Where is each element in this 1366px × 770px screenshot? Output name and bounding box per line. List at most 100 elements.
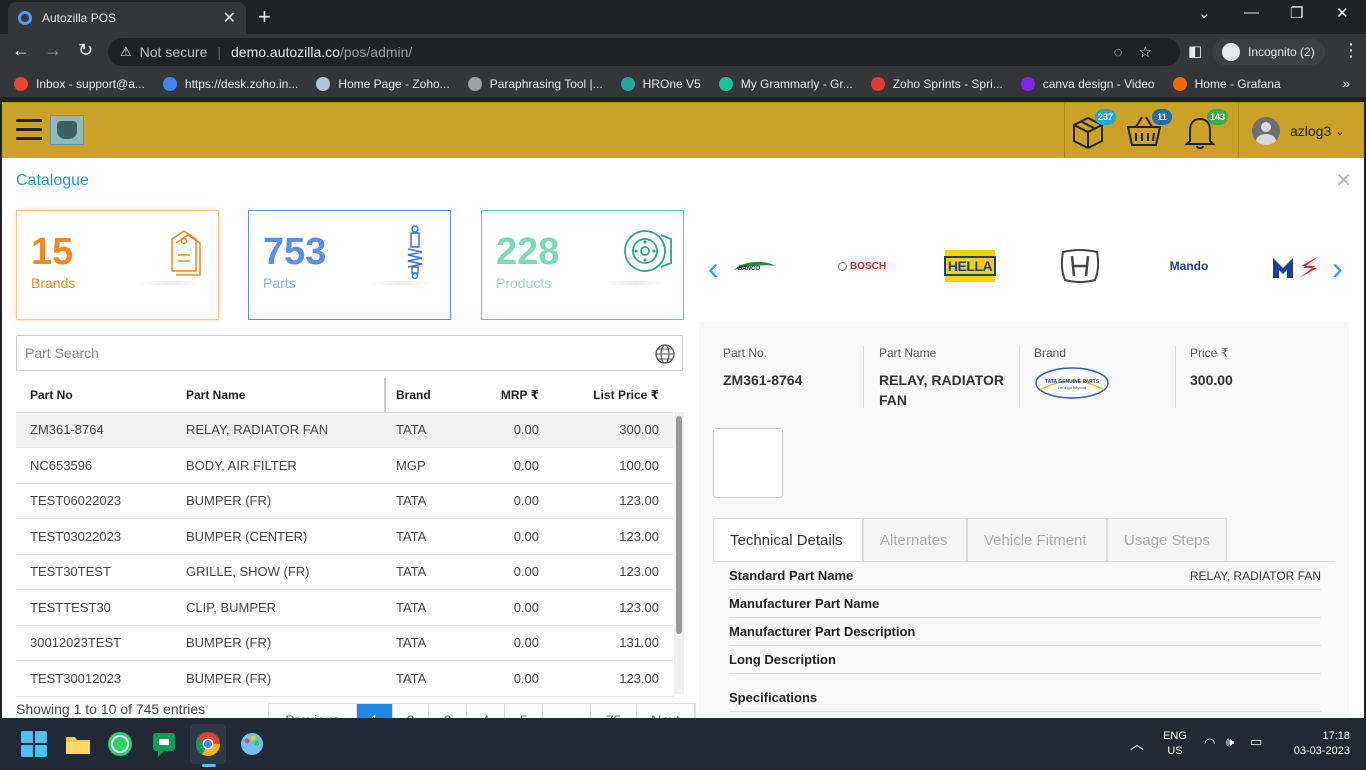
brand-logo-hella[interactable]: HELLA: [943, 250, 997, 282]
bookmark-item[interactable]: https://desk.zoho.in...: [162, 76, 299, 91]
tab-usage-steps[interactable]: Usage Steps: [1107, 518, 1227, 562]
column-resize-handle[interactable]: [384, 378, 386, 412]
cell-part-no: TEST30012023: [16, 660, 172, 697]
part-image-thumbnail[interactable]: [713, 428, 783, 498]
language-secondary: US: [1167, 745, 1183, 757]
tab-close-icon[interactable]: ✕: [223, 8, 236, 28]
part-search-input[interactable]: Part Search: [16, 335, 683, 371]
brake-disc-icon: [624, 230, 672, 272]
col-part-name[interactable]: Part Name: [172, 378, 382, 413]
pagination-page[interactable]: 3: [429, 704, 467, 718]
table-row[interactable]: TEST30TEST GRILLE, SHOW (FR) TATA 0.00 123.0…: [16, 554, 673, 590]
col-mrp[interactable]: MRP ₹: [472, 378, 553, 413]
bookmark-item[interactable]: Home - Grafana: [1172, 76, 1281, 91]
brand-logo-banco[interactable]: BANCO: [732, 238, 778, 294]
col-part-no[interactable]: Part No: [16, 378, 172, 413]
menu-icon[interactable]: [16, 119, 42, 141]
close-icon[interactable]: ✕: [1335, 168, 1352, 193]
tray-chevron-up-icon[interactable]: ︿: [1130, 734, 1144, 754]
bookmark-favicon-icon: [467, 76, 482, 91]
parts-stat-card[interactable]: 753 Parts: [248, 210, 451, 320]
cell-list-price: 123.00: [553, 518, 673, 555]
window-close-icon[interactable]: ✕: [1336, 4, 1349, 22]
table-row[interactable]: TEST06022023 BUMPER (FR) TATA 0.00 123.00: [16, 483, 673, 519]
pagination-next[interactable]: Next: [637, 704, 695, 718]
chrome-icon[interactable]: [194, 730, 222, 758]
clock[interactable]: 17:18 03-03-2023: [1284, 730, 1350, 757]
volume-icon[interactable]: 🕪: [1226, 734, 1234, 750]
wifi-icon[interactable]: ◠: [1204, 735, 1215, 751]
pagination-previous[interactable]: Previous: [269, 704, 357, 718]
incognito-indicator[interactable]: Incognito (2): [1212, 39, 1325, 65]
bookmark-item[interactable]: Inbox - support@a...: [14, 76, 145, 91]
packages-button[interactable]: 237: [1068, 109, 1116, 151]
table-row[interactable]: TEST03022023 BUMPER (CENTER) TATA 0.00 123.0…: [16, 518, 673, 555]
language-indicator[interactable]: ENG US: [1160, 730, 1190, 757]
tab-alternates[interactable]: Alternates: [863, 518, 967, 562]
products-label: Products: [496, 275, 552, 291]
tab-search-icon[interactable]: ⌄: [1198, 4, 1211, 22]
pagination-page[interactable]: 75: [591, 704, 637, 718]
table-row[interactable]: ZM361-8764 RELAY, RADIATOR FAN TATA 0.00 300…: [16, 412, 673, 448]
carousel-prev-icon[interactable]: ‹: [708, 250, 719, 287]
cell-brand: TATA: [382, 589, 472, 626]
brand-logo-bosch[interactable]: BOSCH: [836, 238, 888, 294]
username: azlog3: [1290, 123, 1332, 139]
carousel-next-icon[interactable]: ›: [1332, 250, 1343, 287]
table-scrollbar-thumb[interactable]: [676, 416, 682, 634]
battery-icon[interactable]: ▭: [1250, 734, 1262, 750]
bookmark-item[interactable]: canva design - Video: [1020, 76, 1155, 91]
tab-technical-details[interactable]: Technical Details: [713, 518, 863, 562]
address-bar[interactable]: ⚠ Not secure | demo.autozilla.co /pos/ad…: [108, 38, 1180, 66]
brand-logo-honda[interactable]: [1058, 238, 1102, 294]
warning-icon[interactable]: ⚠: [120, 44, 132, 60]
bookmark-item[interactable]: Home Page - Zoho...: [316, 76, 450, 91]
brand-logo-maruti-suzuki[interactable]: [1270, 238, 1326, 294]
more-bookmarks-icon[interactable]: »: [1342, 75, 1350, 91]
pagination-page[interactable]: 5: [505, 704, 543, 718]
cart-button[interactable]: 11: [1124, 109, 1172, 151]
col-list-price[interactable]: List Price ₹: [553, 378, 673, 413]
restore-icon[interactable]: ❐: [1290, 4, 1303, 22]
minimize-icon[interactable]: —: [1244, 4, 1259, 21]
brands-count: 15: [31, 231, 74, 273]
whatsapp-icon[interactable]: [106, 730, 134, 758]
forward-icon[interactable]: →: [44, 40, 62, 61]
notifications-button[interactable]: 143: [1180, 109, 1228, 151]
file-explorer-icon[interactable]: [64, 730, 92, 758]
user-menu[interactable]: azlog3 ⌄: [1252, 117, 1344, 145]
table-row[interactable]: NC653596 BODY, AIR FILTER MGP 0.00 100.00: [16, 447, 673, 484]
browser-tab[interactable]: Autozilla POS ✕: [8, 2, 246, 34]
pagination-page: ...: [543, 704, 591, 718]
google-chat-icon[interactable]: [150, 730, 178, 758]
banco-logo-text: BANCO: [738, 266, 760, 272]
pagination-page[interactable]: 2: [393, 704, 429, 718]
bookmark-label: https://desk.zoho.in...: [184, 76, 299, 91]
pagination-page[interactable]: 1: [357, 704, 393, 718]
products-stat-card[interactable]: 228 Products: [481, 210, 684, 320]
chrome-active-indicator: [202, 764, 216, 767]
table-row[interactable]: 30012023TEST BUMPER (FR) TATA 0.00 131.00: [16, 625, 673, 661]
new-tab-icon[interactable]: +: [258, 4, 271, 30]
globe-icon[interactable]: [654, 343, 676, 365]
brands-stat-card[interactable]: 15 Brands: [16, 210, 219, 320]
tab-vehicle-fitment[interactable]: Vehicle Fitment: [967, 518, 1107, 562]
bookmark-item[interactable]: Paraphrasing Tool |...: [467, 76, 603, 91]
table-row[interactable]: TESTTEST30 CLIP, BUMPER TATA 0.00 123.00: [16, 589, 673, 626]
paint-icon[interactable]: [238, 730, 266, 758]
table-row[interactable]: TEST30012023 BUMPER (FR) TATA 0.00 123.00: [16, 660, 673, 697]
reload-icon[interactable]: ↻: [78, 40, 93, 61]
app-logo[interactable]: [50, 115, 84, 145]
bookmark-item[interactable]: Zoho Sprints - Spri...: [870, 76, 1003, 91]
back-icon[interactable]: ←: [12, 40, 30, 61]
pagination-page[interactable]: 4: [467, 704, 505, 718]
bookmark-star-icon[interactable]: ◌☆: [1114, 43, 1168, 61]
bookmark-item[interactable]: HROne V5: [620, 76, 701, 91]
side-panel-icon[interactable]: ◧: [1188, 42, 1202, 60]
spec-row: Standard Part Name RELAY, RADIATOR FAN: [729, 562, 1321, 590]
windows-start-icon[interactable]: [20, 730, 48, 758]
bookmark-item[interactable]: My Grammarly - Gr...: [718, 76, 853, 91]
browser-menu-icon[interactable]: ⋮: [1342, 40, 1360, 61]
col-brand[interactable]: Brand: [382, 378, 472, 413]
brand-logo-mando[interactable]: Mando: [1162, 238, 1216, 294]
